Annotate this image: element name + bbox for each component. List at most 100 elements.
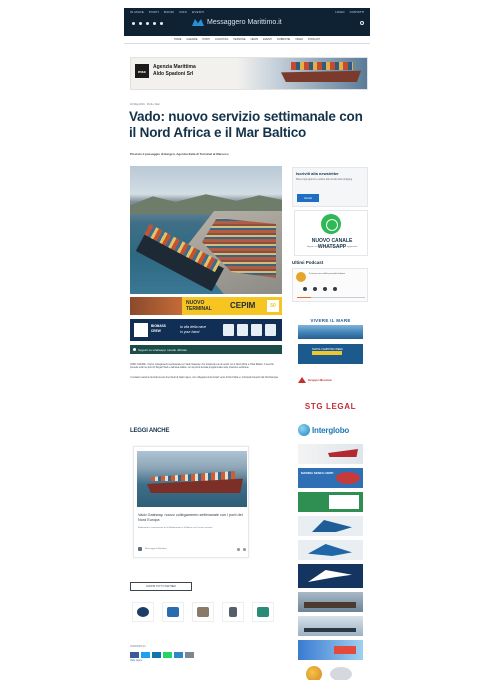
ad-graphic: [308, 544, 352, 556]
gruppo-messina-ad[interactable]: Gruppo Messina: [298, 372, 363, 388]
top-link[interactable]: PORTI: [149, 10, 159, 14]
sidebar-ad[interactable]: [298, 540, 363, 560]
sidebar-ad[interactable]: [298, 640, 363, 660]
linkedin-icon[interactable]: [146, 22, 149, 25]
whatsapp-follow-bar[interactable]: Seguici su whatsapp: canale ufficiale: [130, 345, 282, 354]
sidebar-ad[interactable]: [298, 592, 363, 612]
podcast-player: Il nuovo corso della portualità italiana: [292, 268, 368, 302]
partner-logo[interactable]: [162, 602, 184, 622]
nav-item[interactable]: LOGISTICA: [215, 38, 228, 41]
search-icon[interactable]: [360, 21, 364, 25]
top-ad-banner[interactable]: msc Agenzia Marittima Aldo Spadoni Srl: [130, 57, 368, 90]
top-link[interactable]: BANDI: [164, 10, 174, 14]
partner-logo[interactable]: [252, 602, 274, 622]
whatsapp-description: Seguici su Whatsapp per essere sempre ag…: [306, 246, 358, 248]
facebook-share-icon[interactable]: [130, 652, 139, 658]
podcast-heading: Ultimi Podcast: [292, 260, 324, 265]
ad-graphic: [330, 667, 352, 680]
partner-logo[interactable]: [222, 602, 244, 622]
napoli-ad-text: NAPOLI SHIPPING WEEK: [312, 348, 343, 351]
sidebar-ad[interactable]: [298, 564, 363, 588]
instagram-icon[interactable]: [160, 22, 163, 25]
nav-item[interactable]: VIDEO: [295, 38, 303, 41]
article-title: Vado: nuovo servizio settimanale con il …: [129, 109, 363, 140]
phone-icon: [237, 324, 248, 336]
share-label: CONDIVIDI SU: [130, 646, 146, 648]
nav-item[interactable]: NEWS: [251, 38, 259, 41]
podcast-progress-bar[interactable]: [297, 297, 365, 298]
sidebar-ad[interactable]: [298, 444, 363, 464]
whatsapp-share-icon[interactable]: [163, 652, 172, 658]
player-controls: [303, 287, 337, 291]
contact-link[interactable]: CONTATTI: [349, 10, 364, 14]
rewind-icon[interactable]: [303, 287, 307, 291]
partner-emblem-icon: [137, 607, 149, 617]
related-article-title[interactable]: Vado Gateway, nuovo collegamento settima…: [138, 513, 246, 523]
article-meta: 16 Mag 2019 · Porti e Navi: [130, 103, 160, 106]
sidebar-ad[interactable]: [298, 516, 363, 536]
napoli-shipping-ad[interactable]: NAPOLI SHIPPING WEEK: [298, 344, 363, 364]
partner-emblem-icon: [257, 607, 269, 617]
top-link[interactable]: EVENTI: [192, 10, 204, 14]
share-icon[interactable]: [237, 547, 240, 551]
related-article-card[interactable]: Vado Gateway, nuovo collegamento settima…: [133, 446, 249, 558]
play-icon[interactable]: [313, 287, 317, 291]
hills: [130, 194, 282, 214]
stg-legal-text: STG LEGAL: [304, 402, 357, 411]
comment-icon[interactable]: [243, 547, 246, 551]
sidebar-ad[interactable]: [298, 492, 363, 512]
sidebar-ad[interactable]: [298, 664, 363, 680]
print-share-icon[interactable]: [185, 652, 194, 658]
nav-item[interactable]: PERSONE: [233, 38, 245, 41]
partner-logo[interactable]: [192, 602, 214, 622]
login-link[interactable]: LOGIN: [335, 10, 344, 14]
nav-item[interactable]: HOME: [174, 38, 182, 41]
ad-line-2: Aldo Spadoni Srl: [153, 71, 194, 77]
facebook-icon[interactable]: [132, 22, 135, 25]
partner-emblem-icon: [167, 607, 179, 617]
globe-icon: [298, 424, 310, 436]
related-article-excerpt: Rafforzata la connessione tra il Mediter…: [138, 527, 213, 529]
ad-graphic: [336, 472, 360, 484]
email-share-icon[interactable]: [174, 652, 183, 658]
phone-icon: [223, 324, 234, 336]
article-subtitle: Previsto il passaggio di Bergen, Agenzia…: [130, 152, 229, 156]
share-icon[interactable]: [333, 287, 337, 291]
nav-item[interactable]: PORTI: [202, 38, 210, 41]
youtube-icon[interactable]: [153, 22, 156, 25]
sidebar-ad[interactable]: [298, 616, 363, 636]
linkedin-share-icon[interactable]: [152, 652, 161, 658]
ship-icon: [304, 602, 356, 608]
partner-logo[interactable]: [132, 602, 154, 622]
interglobo-ad[interactable]: Interglobo: [298, 421, 363, 439]
forward-icon[interactable]: [323, 287, 327, 291]
ad-terminal-line2: TERMINAL: [186, 306, 212, 312]
nav-item[interactable]: EVENTI: [263, 38, 272, 41]
cepim-ad-banner[interactable]: NUOVO TERMINAL CEPIM 50: [130, 297, 282, 315]
twitter-icon[interactable]: [139, 22, 142, 25]
whatsapp-channel-box[interactable]: NUOVO CANALE WHATSAPP Seguici su Whatsap…: [294, 210, 368, 256]
newsletter-subscribe-button[interactable]: Iscriviti: [297, 194, 319, 202]
all-partners-button[interactable]: SCOPRI TUTTI I PARTNER: [130, 582, 192, 591]
biomass-slogan: la vita della nave in your hand: [180, 325, 206, 334]
site-logo[interactable]: Messaggero Marittimo.it: [192, 19, 282, 26]
vivere-il-mare-ad[interactable]: VIVERE IL MARE: [298, 318, 363, 342]
related-article-author: Messaggero Marittimo: [145, 548, 167, 550]
account-links: LOGIN CONTATTI: [335, 10, 364, 14]
partner-logos: [132, 602, 274, 622]
top-link[interactable]: IN MARE: [130, 10, 144, 14]
nav-item[interactable]: RUBRICHE: [277, 38, 290, 41]
sidebar-ad[interactable]: MARINA SENZA LIMITI: [298, 468, 363, 488]
nav-item[interactable]: AGENZIE: [186, 38, 197, 41]
app-screens: [223, 324, 276, 336]
social-icons: [132, 22, 163, 25]
stg-legal-ad[interactable]: STG LEGAL: [298, 399, 363, 414]
nav-item[interactable]: PODCAST: [308, 38, 320, 41]
read-also-heading: LEGGI ANCHE: [130, 428, 170, 434]
article-tag[interactable]: Vado Ligure: [130, 660, 142, 662]
biomass-ad-banner[interactable]: BIOMASS CREW la vita della nave in your …: [130, 319, 282, 341]
top-link[interactable]: INFO: [179, 10, 187, 14]
article-paragraph: I container saranno lavorati presso il t…: [130, 376, 279, 379]
interglobo-text: Interglobo: [312, 425, 350, 435]
twitter-share-icon[interactable]: [141, 652, 150, 658]
